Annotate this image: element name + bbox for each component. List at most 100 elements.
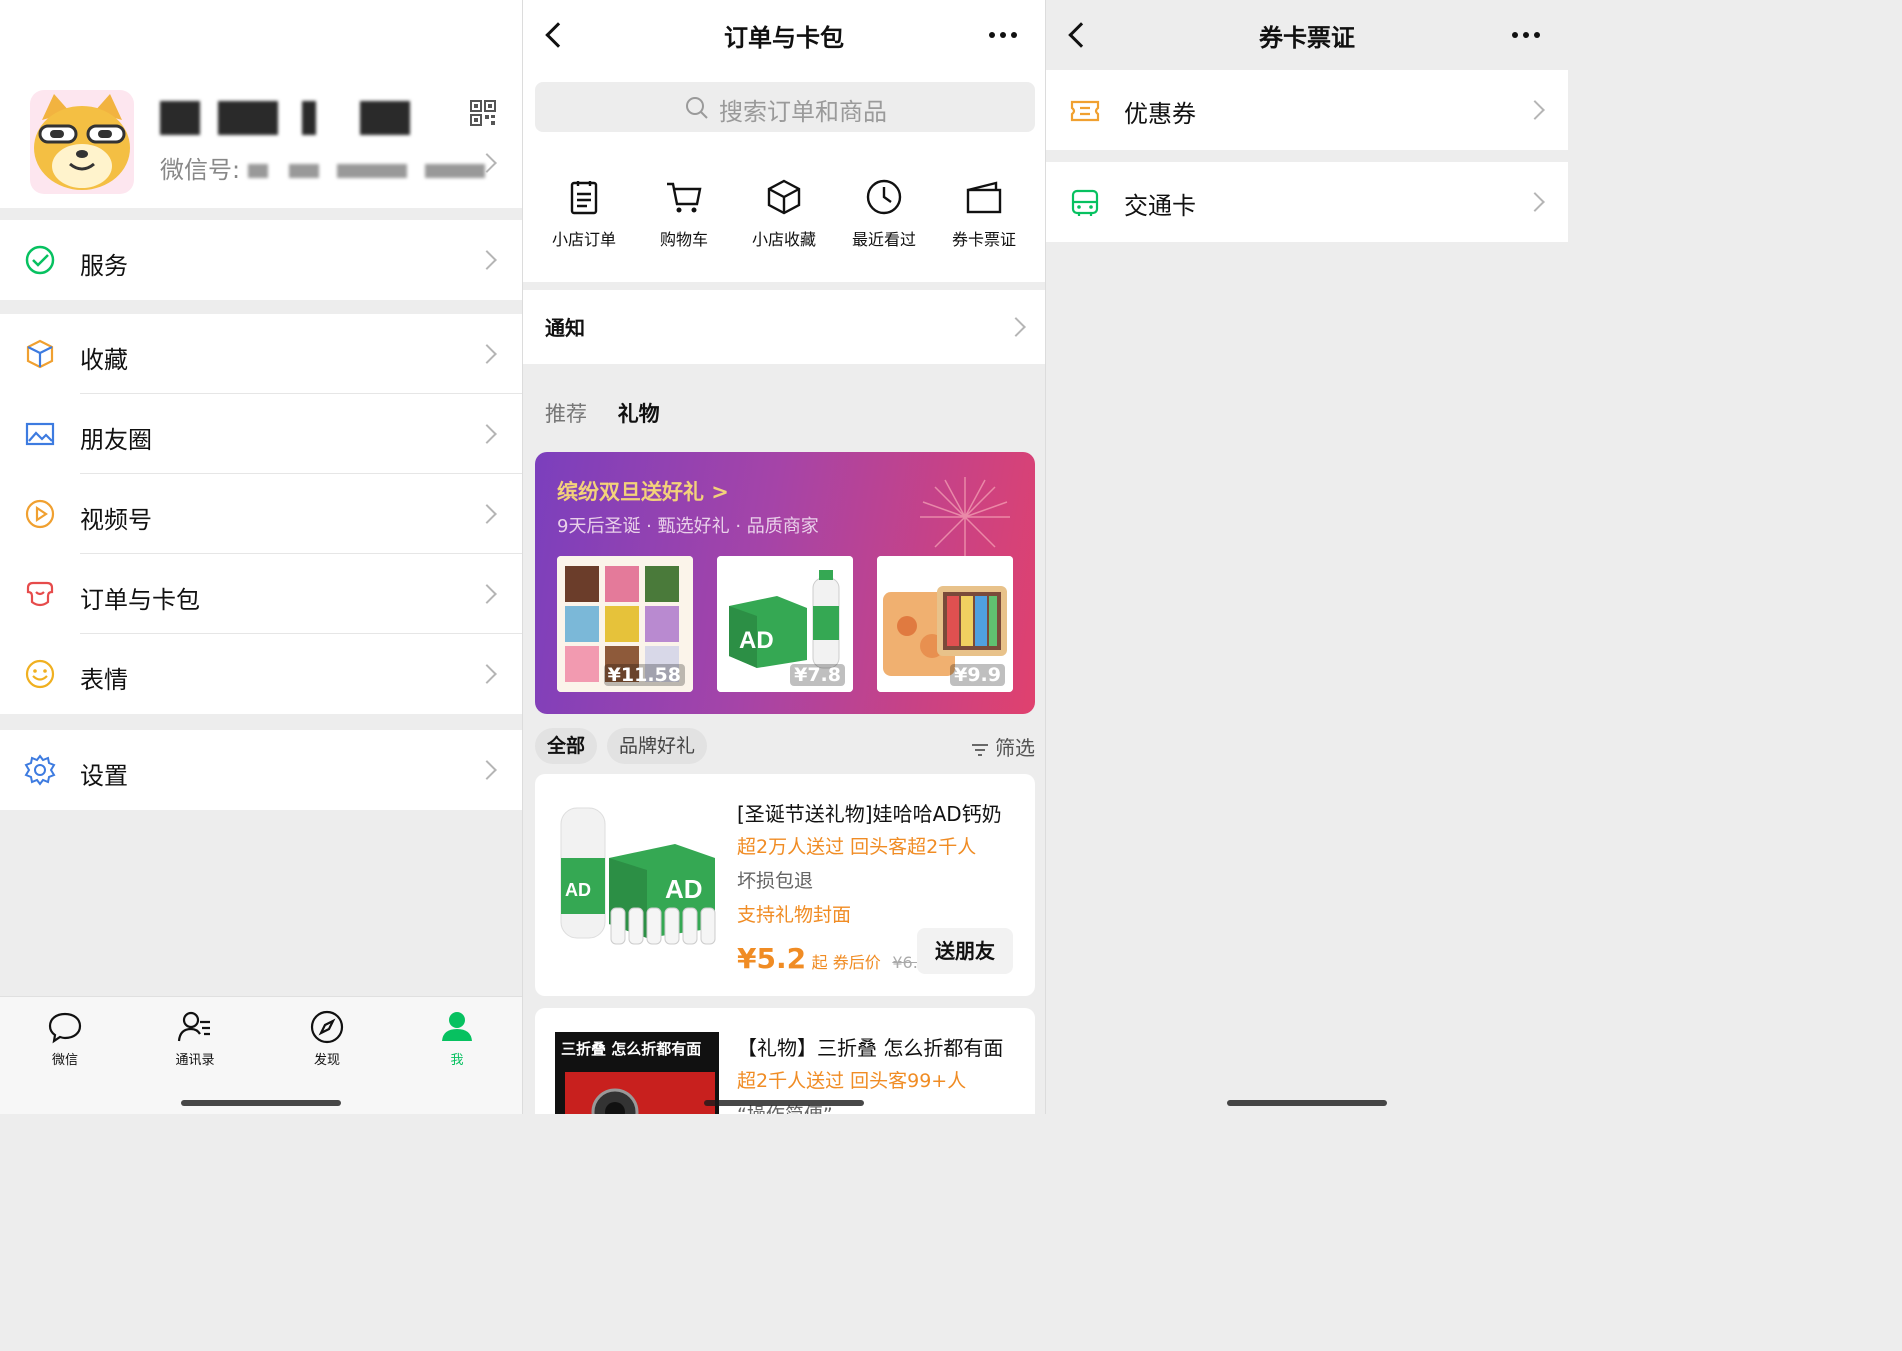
menu-emoji[interactable]: 表情 — [0, 634, 522, 714]
quick-cards[interactable]: 券卡票证 — [934, 178, 1034, 250]
chevron-right-icon — [477, 584, 497, 604]
chip-brand-gifts[interactable]: 品牌好礼 — [607, 728, 708, 764]
avatar[interactable] — [30, 90, 134, 194]
menu-label: 订单与卡包 — [80, 586, 200, 614]
menu-orders[interactable]: 订单与卡包 — [0, 554, 522, 634]
chevron-right-icon — [1525, 192, 1545, 212]
clipboard-icon — [570, 181, 598, 215]
product-price: ¥5.2 起 券后价 ¥6.! — [737, 942, 925, 975]
tab-discover[interactable]: 发现 — [282, 1009, 372, 1068]
chevron-right-icon — [1525, 100, 1545, 120]
search-input[interactable]: 搜索订单和商品 — [535, 82, 1035, 132]
clock-icon — [866, 179, 902, 215]
product-image-caption: 三折叠 怎么折都有面 — [561, 1040, 702, 1058]
svg-text:AD: AD — [565, 880, 591, 900]
emoji-smile-icon — [25, 659, 55, 689]
moments-image-icon — [25, 422, 55, 446]
quick-shop-orders[interactable]: 小店订单 — [534, 178, 634, 250]
nickname — [160, 96, 410, 136]
more-icon[interactable] — [989, 32, 1017, 38]
more-icon[interactable] — [1512, 32, 1540, 38]
cards-top-bar: 券卡票证 — [1046, 0, 1568, 70]
contacts-icon — [177, 1011, 210, 1042]
bottom-tab-bar: 微信 通讯录 发现 我 — [0, 996, 522, 1114]
gift-price: ¥7.8 — [790, 664, 845, 686]
firework-icon — [920, 477, 1010, 557]
chevron-right-icon — [477, 344, 497, 364]
service-group: 服务 — [0, 220, 522, 300]
send-friend-button[interactable]: 送朋友 — [917, 928, 1013, 974]
gift-item[interactable]: ¥11.58 — [557, 556, 693, 692]
product-title: 【礼物】三折叠 怎么折都有面 — [737, 1036, 1004, 1060]
search-icon — [686, 97, 708, 119]
menu-label: 收藏 — [80, 346, 128, 374]
page-title: 券卡票证 — [1259, 24, 1355, 52]
settings-gear-icon — [24, 754, 56, 786]
chevron-right-icon — [477, 504, 497, 524]
chip-all[interactable]: 全部 — [535, 728, 598, 764]
gift-item[interactable]: ¥9.9 — [877, 556, 1013, 692]
banner-title: 缤纷双旦送好礼 > — [557, 480, 729, 504]
favorites-cube-icon — [26, 339, 54, 369]
svg-text:AD: AD — [665, 874, 703, 904]
menu-label: 设置 — [80, 762, 128, 790]
tab-recommend[interactable]: 推荐 — [545, 402, 587, 426]
menu-service[interactable]: 服务 — [0, 220, 522, 300]
product-title: [圣诞节送礼物]娃哈哈AD钙奶 — [737, 802, 1002, 826]
menu-label: 服务 — [80, 252, 128, 280]
quick-shop-favorites[interactable]: 小店收藏 — [734, 178, 834, 250]
filter-button[interactable]: 筛选 — [971, 732, 1035, 761]
home-indicator — [1227, 1100, 1387, 1106]
box-icon — [767, 179, 801, 215]
profile-header[interactable]: 微信号: — [0, 0, 522, 208]
tab-contacts[interactable]: 通讯录 — [150, 1009, 240, 1068]
sub-tabs: 推荐 礼物 — [545, 398, 684, 428]
chevron-right-icon — [477, 760, 497, 780]
menu-label: 视频号 — [80, 506, 152, 534]
menu-channels[interactable]: 视频号 — [0, 474, 522, 554]
orders-wallet-icon — [26, 581, 54, 607]
compass-icon — [310, 1010, 344, 1044]
product-card[interactable]: 三折叠 怎么折都有面 【礼物】三折叠 怎么折都有面 超2千人送过 回头客99+人… — [535, 1008, 1035, 1114]
home-indicator — [704, 1100, 864, 1106]
chevron-right-icon — [477, 664, 497, 684]
banner-subtitle: 9天后圣诞 · 甄选好礼 · 品质商家 — [557, 516, 819, 537]
card-wallet-icon — [966, 181, 1002, 214]
product-stat-tag: 超2千人送过 回头客99+人 — [737, 1070, 967, 1092]
chat-bubble-icon — [48, 1012, 82, 1044]
bus-icon — [1071, 189, 1099, 216]
filter-icon — [971, 743, 988, 756]
transit-card-label: 交通卡 — [1124, 192, 1196, 220]
notice-row[interactable]: 通知 — [523, 290, 1045, 364]
gift-item[interactable]: AD ¥7.8 — [717, 556, 853, 692]
tab-gifts[interactable]: 礼物 — [618, 402, 660, 426]
svg-text:AD: AD — [739, 627, 774, 654]
tab-me[interactable]: 我 — [412, 1009, 502, 1068]
chevron-right-icon — [477, 424, 497, 444]
coupon-label: 优惠券 — [1124, 100, 1196, 128]
gift-price: ¥9.9 — [950, 664, 1005, 686]
product-service-tag: 坏损包退 — [737, 870, 814, 892]
product-card[interactable]: AD AD [圣诞节送礼物]娃哈哈AD钙奶 超2万人送过 回头客超2千人 坏损包… — [535, 774, 1035, 996]
page-title: 订单与卡包 — [724, 24, 844, 52]
menu-label: 朋友圈 — [80, 426, 152, 454]
service-icon — [25, 245, 55, 275]
gift-price: ¥11.58 — [603, 664, 685, 686]
category-chips: 全部 品牌好礼 筛选 — [535, 728, 1035, 764]
tab-chats[interactable]: 微信 — [20, 1009, 110, 1068]
main-group: 收藏 朋友圈 视频号 订单与卡包 表情 — [0, 314, 522, 714]
menu-moments[interactable]: 朋友圈 — [0, 394, 522, 474]
me-panel: 微信号: 服务 收藏 朋友圈 视频号 订单与卡包 表情 设置 微信 通讯录 发现… — [0, 0, 522, 1114]
qr-code-icon[interactable] — [470, 100, 496, 126]
menu-settings[interactable]: 设置 — [0, 730, 522, 810]
transit-card-row[interactable]: 交通卡 — [1046, 162, 1568, 242]
chevron-right-icon — [477, 250, 497, 270]
settings-group: 设置 — [0, 730, 522, 810]
wechat-id: 微信号: — [160, 150, 485, 185]
quick-recently-viewed[interactable]: 最近看过 — [834, 178, 934, 250]
coupon-row[interactable]: 优惠券 — [1046, 70, 1568, 150]
menu-favorites[interactable]: 收藏 — [0, 314, 522, 394]
gift-banner[interactable]: 缤纷双旦送好礼 > 9天后圣诞 · 甄选好礼 · 品质商家 ¥11.58 AD … — [535, 452, 1035, 714]
menu-label: 表情 — [80, 666, 128, 694]
quick-cart[interactable]: 购物车 — [634, 178, 734, 250]
